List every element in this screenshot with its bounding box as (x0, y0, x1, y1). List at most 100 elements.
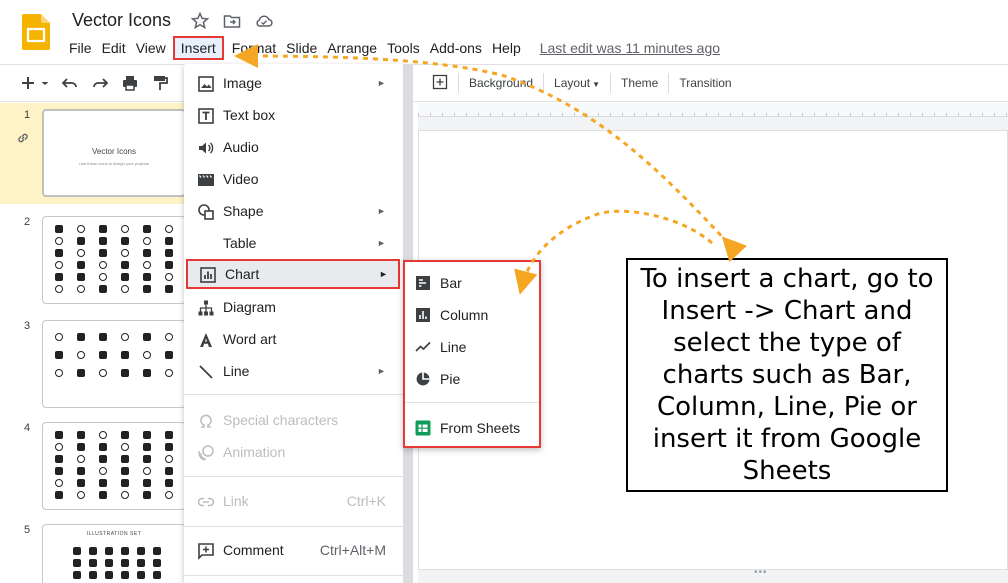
menu-insert[interactable]: Insert (172, 36, 224, 60)
menu-item-label: Diagram (223, 299, 276, 315)
paint-format-icon[interactable] (150, 73, 170, 98)
menu-item-label: Audio (223, 139, 259, 155)
submenu-item-line[interactable]: Line (405, 332, 539, 362)
menu-item-label: Link (223, 493, 249, 509)
slide-thumbnail[interactable]: ILLUSTRATION SET (42, 524, 186, 583)
submenu-item-label: Pie (440, 371, 461, 387)
icon-grid (55, 225, 179, 293)
plus-icon[interactable] (18, 73, 38, 98)
menu-item-diagram[interactable]: Diagram (184, 292, 403, 322)
menu-add-ons[interactable]: Add-ons (425, 37, 487, 59)
chevron-down-icon: ▼ (592, 80, 600, 89)
print-icon[interactable] (120, 73, 140, 98)
chart-submenu: Bar Column Line Pie From Sheets (403, 260, 541, 448)
thumbnail-title: ILLUSTRATION SET (86, 531, 142, 537)
slide-thumbnail[interactable] (42, 320, 186, 408)
submenu-item-from-sheets[interactable]: From Sheets (405, 413, 539, 443)
cloud-status-icon[interactable] (254, 11, 274, 36)
menu-divider (405, 402, 539, 403)
shape-icon (197, 203, 215, 221)
slide-number: 5 (24, 524, 31, 536)
menu-item-image[interactable]: Image ► (184, 68, 403, 98)
menu-arrange[interactable]: Arrange (322, 37, 382, 59)
audio-icon (197, 139, 215, 157)
menu-item-text-box[interactable]: Text box (184, 100, 403, 130)
instruction-callout: To insert a chart, go to Insert -> Chart… (626, 258, 948, 492)
word-art-icon (197, 331, 215, 349)
icon-grid (55, 431, 179, 499)
menu-help[interactable]: Help (487, 37, 526, 59)
menu-item-shape[interactable]: Shape ► (184, 196, 403, 226)
menu-item-comment[interactable]: Comment Ctrl+Alt+M (184, 535, 403, 565)
insert-menu: Image ► Text box Audio Video Shape ► Tab… (184, 64, 403, 583)
document-title[interactable]: Vector Icons (72, 10, 171, 31)
menu-bar: File Edit View Insert Format Slide Arran… (64, 36, 720, 60)
move-to-folder-icon[interactable] (222, 11, 242, 36)
transition-button[interactable]: Transition (669, 76, 741, 90)
slide-number: 2 (24, 216, 31, 228)
link-icon (16, 131, 30, 145)
layout-label: Layout (554, 76, 591, 90)
layout-button[interactable]: Layout ▼ (544, 76, 610, 90)
menu-item-label: Table (223, 235, 257, 251)
menu-slide[interactable]: Slide (281, 37, 322, 59)
menu-item-video[interactable]: Video (184, 164, 403, 194)
resize-handle[interactable]: ••• (754, 567, 768, 578)
star-icon[interactable] (190, 11, 210, 36)
omega-icon (197, 412, 215, 430)
menu-file[interactable]: File (64, 37, 97, 59)
slide-row[interactable]: 2 (0, 210, 186, 310)
undo-icon[interactable] (60, 73, 80, 98)
theme-button[interactable]: Theme (611, 76, 668, 90)
thumbnail-subtitle: Use these icons to design your projects (79, 161, 149, 166)
menu-item-audio[interactable]: Audio (184, 132, 403, 162)
menu-item-chart[interactable]: Chart ► (186, 259, 400, 289)
diagram-icon (197, 299, 215, 317)
slide-row[interactable]: 3 (0, 314, 186, 414)
menu-format[interactable]: Format (227, 37, 281, 59)
menu-view[interactable]: View (131, 37, 171, 59)
menu-item-word-art[interactable]: Word art (184, 324, 403, 354)
slide-row[interactable]: 5 ILLUSTRATION SET (0, 518, 186, 583)
menu-item-table[interactable]: Table ► (184, 228, 403, 258)
menu-divider (184, 526, 403, 527)
menu-item-link: Link Ctrl+K (184, 486, 403, 516)
slide-row[interactable]: 4 (0, 416, 186, 516)
slide-thumbnail[interactable] (42, 216, 186, 304)
shortcut-label: Ctrl+Alt+M (319, 542, 386, 558)
toolbar: Background Layout ▼ Theme Transition (0, 64, 1008, 102)
column-chart-icon (415, 307, 431, 323)
menu-item-label: Image (223, 75, 262, 91)
last-edit-link[interactable]: Last edit was 11 minutes ago (540, 40, 720, 56)
menu-item-line[interactable]: Line ► (184, 356, 403, 386)
submenu-item-label: Column (440, 307, 489, 323)
submenu-arrow-icon: ► (377, 366, 386, 376)
line-icon (197, 363, 215, 381)
submenu-item-label: From Sheets (440, 420, 521, 436)
text-box-icon (197, 107, 215, 125)
submenu-arrow-icon: ► (379, 269, 388, 279)
line-chart-icon (415, 339, 431, 355)
submenu-item-bar[interactable]: Bar (405, 268, 539, 298)
submenu-item-pie[interactable]: Pie (405, 364, 539, 394)
submenu-arrow-icon: ► (377, 78, 386, 88)
bar-chart-icon (415, 275, 431, 291)
background-button[interactable]: Background (459, 76, 543, 90)
slides-logo-icon[interactable] (22, 14, 50, 50)
menu-edit[interactable]: Edit (97, 37, 131, 59)
redo-icon[interactable] (90, 73, 110, 98)
slide-thumbnail[interactable]: Vector Icons Use these icons to design y… (42, 109, 186, 197)
menu-tools[interactable]: Tools (382, 37, 425, 59)
slide-thumbnail[interactable] (42, 422, 186, 510)
submenu-item-column[interactable]: Column (405, 300, 539, 330)
menu-item-special-characters: Special characters (184, 405, 403, 435)
slide-row[interactable]: 1 Vector Icons Use these icons to design… (0, 103, 186, 204)
link-icon (197, 493, 215, 511)
menu-item-label: Chart (225, 266, 260, 282)
menu-divider (184, 575, 403, 576)
animation-icon (197, 444, 215, 462)
icon-grid (55, 333, 179, 377)
dropdown-arrow-icon[interactable] (40, 73, 50, 98)
new-slide-icon[interactable] (426, 74, 458, 93)
menu-item-animation: Animation (184, 437, 403, 467)
